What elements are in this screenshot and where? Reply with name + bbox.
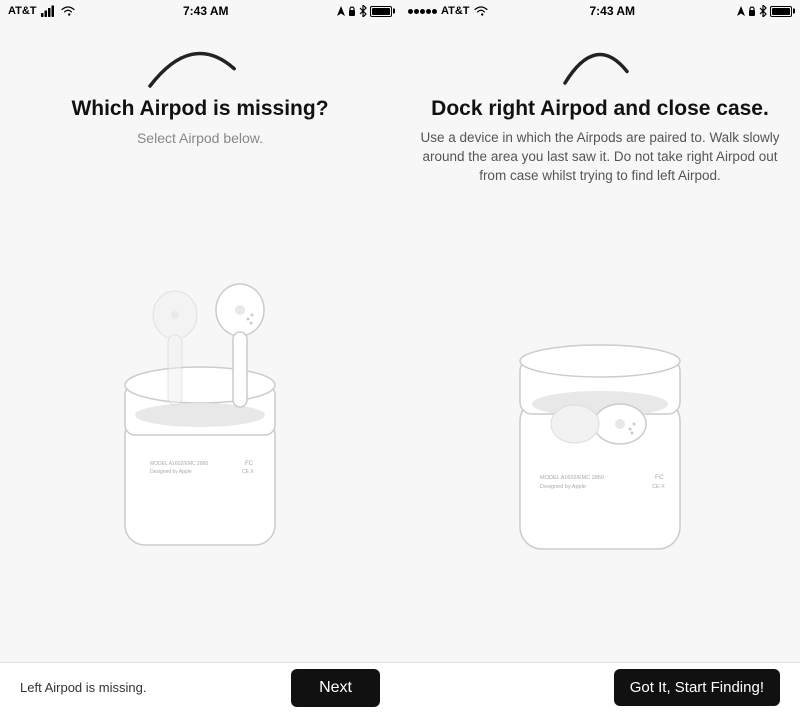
wifi-icon-right bbox=[474, 6, 488, 17]
bluetooth-icon-right bbox=[759, 5, 767, 17]
svg-text:Designed by Apple: Designed by Apple bbox=[540, 484, 586, 490]
location-icon-left bbox=[337, 6, 345, 16]
airpods-illustration-right: MODEL A1602/EMC 2860 Designed by Apple F… bbox=[490, 279, 710, 569]
right-panel: AT&T 7:43 AM bbox=[400, 0, 800, 712]
status-bar-left: AT&T 7:43 AM bbox=[0, 0, 400, 22]
carrier-right: AT&T bbox=[441, 5, 470, 17]
arc-animation-left bbox=[0, 26, 400, 96]
status-right-left bbox=[337, 5, 392, 17]
battery-fill-left bbox=[372, 8, 390, 15]
airpods-image-right: MODEL A1602/EMC 2860 Designed by Apple F… bbox=[400, 186, 800, 662]
signal-icon-left bbox=[41, 5, 57, 17]
svg-text:CE X: CE X bbox=[652, 484, 665, 490]
bottom-bar-left: Left Airpod is missing. Next bbox=[0, 662, 400, 712]
lock-icon-left bbox=[348, 6, 356, 16]
left-panel-subtitle: Select Airpod below. bbox=[20, 129, 380, 149]
arc-animation-right bbox=[400, 26, 800, 96]
svg-text:FC: FC bbox=[655, 474, 664, 481]
battery-icon-right bbox=[770, 6, 792, 17]
battery-icon-left bbox=[370, 6, 392, 17]
location-icon-right bbox=[737, 6, 745, 16]
left-panel-title: Which Airpod is missing? bbox=[20, 96, 380, 121]
svg-text:CE X: CE X bbox=[242, 469, 254, 475]
svg-text:Designed by Apple: Designed by Apple bbox=[150, 469, 192, 475]
status-left-right: AT&T bbox=[408, 5, 488, 17]
left-panel: AT&T 7:43 AM bbox=[0, 0, 400, 712]
status-bar-right: AT&T 7:43 AM bbox=[400, 0, 800, 22]
signal-dots-right bbox=[408, 9, 437, 14]
svg-text:MODEL A1602/EMC 2860: MODEL A1602/EMC 2860 bbox=[540, 475, 604, 481]
wifi-icon-left bbox=[61, 6, 75, 17]
arc-svg-left bbox=[140, 31, 260, 91]
right-panel-title: Dock right Airpod and close case. bbox=[420, 96, 780, 121]
bottom-status-text: Left Airpod is missing. bbox=[20, 680, 146, 695]
airpods-image-left: MODEL A1602/EMC 2860 Designed by Apple F… bbox=[0, 149, 400, 662]
lock-icon-right bbox=[748, 6, 756, 16]
airpods-illustration-left: MODEL A1602/EMC 2860 Designed by Apple F… bbox=[70, 245, 330, 565]
bluetooth-icon-left bbox=[359, 5, 367, 17]
status-left: AT&T bbox=[8, 5, 75, 17]
carrier-left: AT&T bbox=[8, 5, 37, 17]
start-finding-button[interactable]: Got It, Start Finding! bbox=[614, 669, 780, 706]
left-panel-content: Which Airpod is missing? Select Airpod b… bbox=[0, 96, 400, 149]
svg-text:FC: FC bbox=[245, 461, 254, 467]
bottom-bar-right: Got It, Start Finding! bbox=[400, 662, 800, 712]
arc-svg-right bbox=[540, 31, 660, 91]
battery-fill-right bbox=[772, 8, 790, 15]
time-right: 7:43 AM bbox=[589, 4, 635, 18]
status-right-right bbox=[737, 5, 792, 17]
right-panel-subtitle: Use a device in which the Airpods are pa… bbox=[420, 129, 780, 186]
time-left: 7:43 AM bbox=[183, 4, 229, 18]
next-button[interactable]: Next bbox=[291, 669, 380, 707]
right-panel-content: Dock right Airpod and close case. Use a … bbox=[400, 96, 800, 186]
svg-text:MODEL A1602/EMC 2860: MODEL A1602/EMC 2860 bbox=[150, 461, 208, 467]
